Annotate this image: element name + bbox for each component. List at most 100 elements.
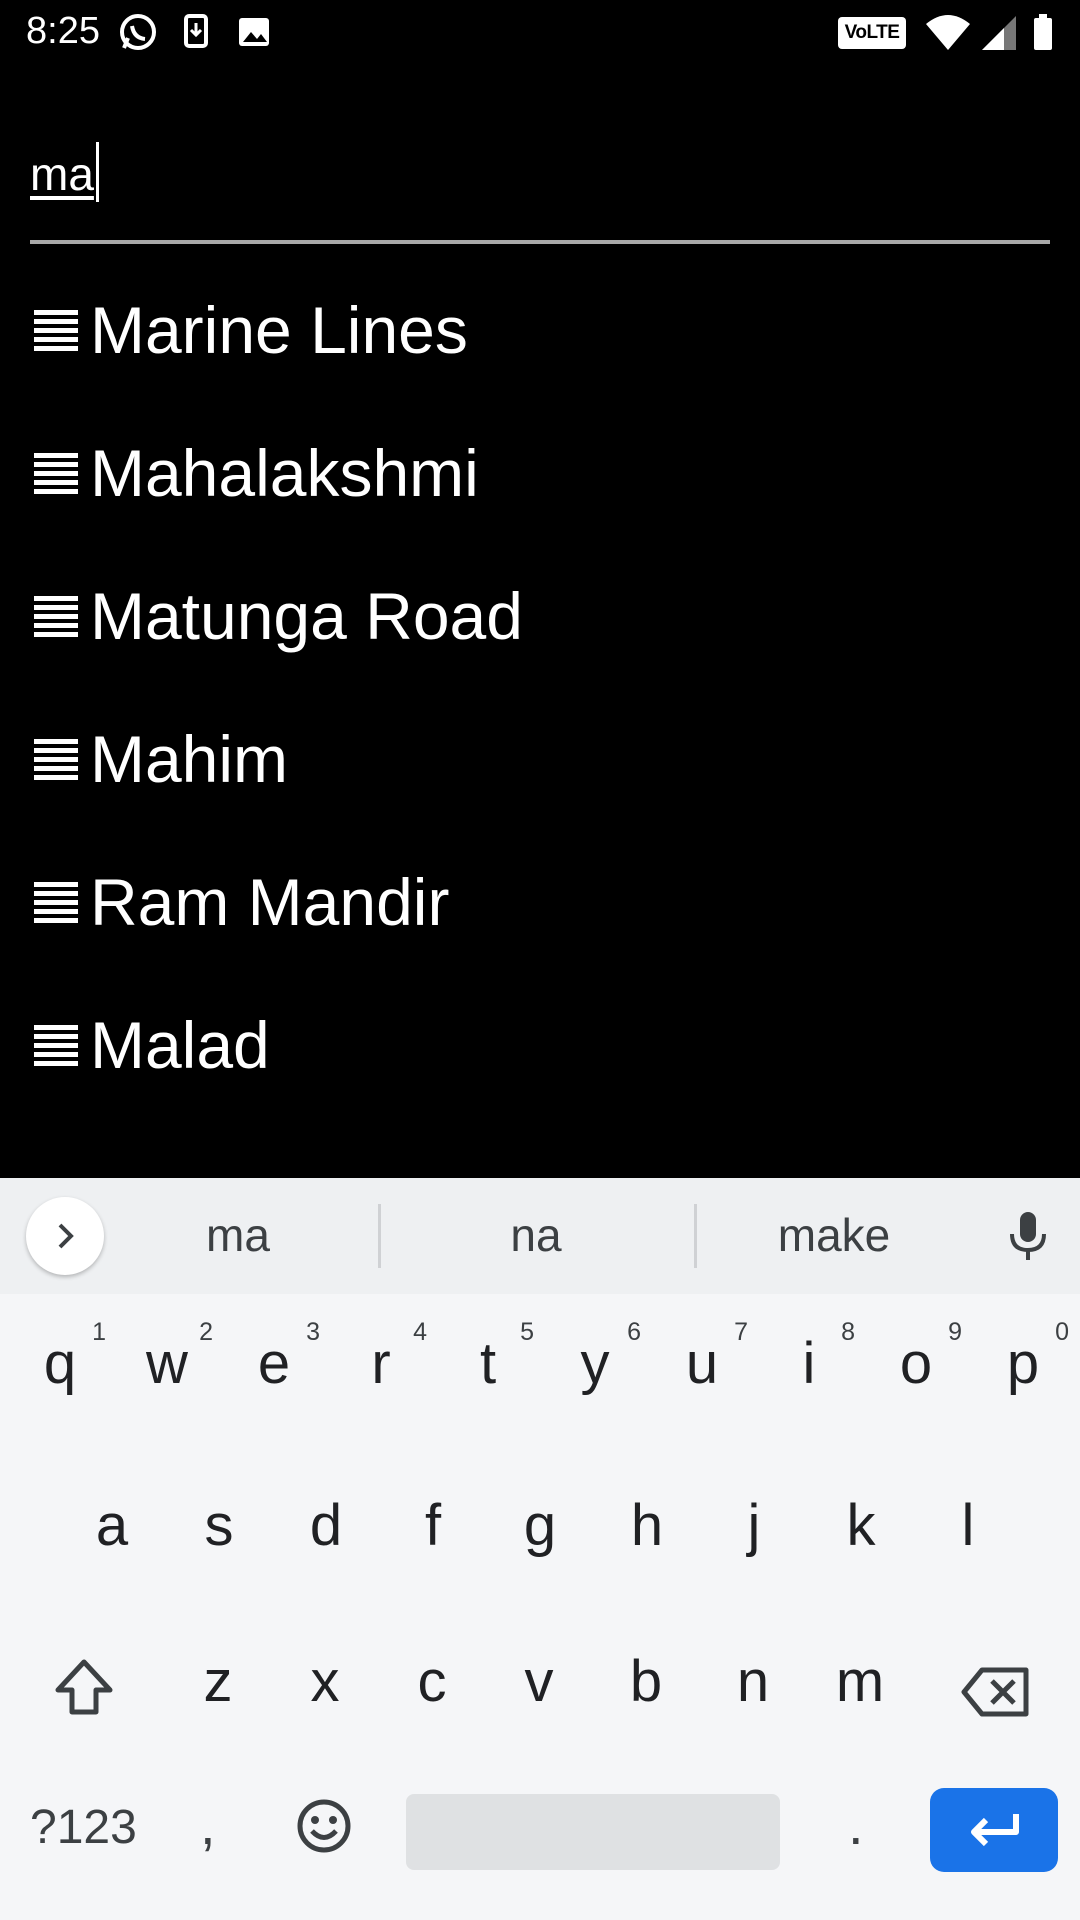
status-bar: 8:25 VoLTE bbox=[0, 0, 1080, 64]
microphone-icon[interactable] bbox=[1004, 1208, 1052, 1269]
list-icon bbox=[34, 453, 78, 497]
list-item[interactable]: Mahim bbox=[0, 691, 1080, 834]
key-label: c bbox=[417, 1649, 447, 1714]
key-label: e bbox=[257, 1331, 291, 1396]
key-label: b bbox=[629, 1649, 663, 1714]
shift-icon bbox=[55, 1659, 113, 1715]
key-f[interactable]: f bbox=[383, 1492, 483, 1559]
list-item-label: Ram Mandir bbox=[90, 865, 450, 939]
status-time: 8:25 bbox=[26, 10, 100, 52]
period-key[interactable]: . bbox=[848, 1792, 864, 1857]
key-i[interactable]: i8 bbox=[759, 1318, 859, 1397]
key-q[interactable]: q1 bbox=[10, 1318, 110, 1397]
list-item[interactable]: Marine Lines bbox=[0, 262, 1080, 405]
key-label: y bbox=[580, 1331, 610, 1396]
key-label: g bbox=[523, 1493, 557, 1558]
key-hint: 2 bbox=[199, 1318, 213, 1346]
key-label: u bbox=[685, 1331, 719, 1396]
key-label: o bbox=[899, 1331, 933, 1396]
key-label: m bbox=[835, 1649, 885, 1714]
key-label: k bbox=[846, 1493, 876, 1558]
key-z[interactable]: z bbox=[168, 1648, 268, 1715]
key-hint: 0 bbox=[1055, 1318, 1069, 1346]
key-o[interactable]: o9 bbox=[866, 1318, 966, 1397]
key-n[interactable]: n bbox=[703, 1648, 803, 1715]
key-m[interactable]: m bbox=[810, 1648, 910, 1715]
key-j[interactable]: j bbox=[704, 1492, 804, 1559]
key-label: n bbox=[736, 1649, 770, 1714]
suggestion-bar: ma na make bbox=[0, 1178, 1080, 1294]
key-v[interactable]: v bbox=[489, 1648, 589, 1715]
shift-key[interactable] bbox=[34, 1656, 134, 1734]
search-field[interactable]: ma bbox=[30, 120, 1050, 244]
battery-icon bbox=[1032, 12, 1054, 57]
key-label: j bbox=[747, 1493, 761, 1558]
key-label: s bbox=[204, 1493, 234, 1558]
key-r[interactable]: r4 bbox=[331, 1318, 431, 1397]
key-label: w bbox=[146, 1331, 188, 1396]
list-item[interactable]: Ram Mandir bbox=[0, 834, 1080, 977]
key-label: t bbox=[479, 1331, 497, 1396]
list-item-label: Marine Lines bbox=[90, 293, 468, 367]
key-p[interactable]: p0 bbox=[973, 1318, 1073, 1397]
signal-icon bbox=[980, 14, 1020, 59]
image-icon bbox=[236, 12, 272, 57]
key-label: i bbox=[802, 1331, 816, 1396]
key-x[interactable]: x bbox=[275, 1648, 375, 1715]
symbols-key[interactable]: ?123 bbox=[30, 1800, 137, 1855]
key-label: f bbox=[424, 1493, 442, 1558]
key-hint: 5 bbox=[520, 1318, 534, 1346]
list-item-label: Mahim bbox=[90, 722, 289, 796]
suggestion-3[interactable]: make bbox=[684, 1208, 984, 1262]
key-s[interactable]: s bbox=[169, 1492, 269, 1559]
list-icon bbox=[34, 882, 78, 926]
key-hint: 3 bbox=[306, 1318, 320, 1346]
key-y[interactable]: y6 bbox=[545, 1318, 645, 1397]
backspace-key[interactable] bbox=[946, 1664, 1046, 1734]
key-label: h bbox=[630, 1493, 664, 1558]
comma-key[interactable]: , bbox=[200, 1792, 216, 1857]
space-key[interactable] bbox=[406, 1794, 780, 1870]
key-hint: 1 bbox=[92, 1318, 106, 1346]
key-t[interactable]: t5 bbox=[438, 1318, 538, 1397]
key-label: d bbox=[309, 1493, 343, 1558]
key-u[interactable]: u7 bbox=[652, 1318, 752, 1397]
key-label: v bbox=[524, 1649, 554, 1714]
download-icon bbox=[180, 12, 212, 57]
key-label: x bbox=[310, 1649, 340, 1714]
search-underline bbox=[30, 240, 1050, 244]
list-item[interactable]: Matunga Road bbox=[0, 548, 1080, 691]
key-hint: 4 bbox=[413, 1318, 427, 1346]
key-c[interactable]: c bbox=[382, 1648, 482, 1715]
list-icon bbox=[34, 1025, 78, 1069]
key-g[interactable]: g bbox=[490, 1492, 590, 1559]
search-value: ma bbox=[30, 148, 94, 200]
list-item[interactable]: Mahalakshmi bbox=[0, 405, 1080, 548]
station-list: Marine Lines Mahalakshmi Matunga Road Ma… bbox=[0, 262, 1080, 1120]
search-input[interactable]: ma bbox=[30, 142, 99, 202]
list-item-label: Matunga Road bbox=[90, 579, 523, 653]
key-e[interactable]: e3 bbox=[224, 1318, 324, 1397]
key-hint: 7 bbox=[734, 1318, 748, 1346]
key-l[interactable]: l bbox=[918, 1492, 1018, 1559]
backspace-icon bbox=[961, 1667, 1029, 1717]
key-k[interactable]: k bbox=[811, 1492, 911, 1559]
key-w[interactable]: w2 bbox=[117, 1318, 217, 1397]
suggestion-1[interactable]: ma bbox=[88, 1208, 388, 1262]
suggestion-2[interactable]: na bbox=[386, 1208, 686, 1262]
key-d[interactable]: d bbox=[276, 1492, 376, 1559]
emoji-key[interactable] bbox=[274, 1796, 374, 1870]
key-a[interactable]: a bbox=[62, 1492, 162, 1559]
list-item[interactable]: Malad bbox=[0, 977, 1080, 1120]
soft-keyboard: ma na make q1w2e3r4t5y6u7i8o9p0asdfghjkl… bbox=[0, 1178, 1080, 1920]
key-h[interactable]: h bbox=[597, 1492, 697, 1559]
list-icon bbox=[34, 310, 78, 354]
key-label: q bbox=[43, 1331, 77, 1396]
key-b[interactable]: b bbox=[596, 1648, 696, 1715]
key-label: p bbox=[1006, 1331, 1040, 1396]
enter-key[interactable] bbox=[930, 1788, 1058, 1872]
whatsapp-icon bbox=[118, 12, 158, 57]
list-icon bbox=[34, 596, 78, 640]
key-hint: 8 bbox=[841, 1318, 855, 1346]
key-label: r bbox=[371, 1331, 391, 1396]
